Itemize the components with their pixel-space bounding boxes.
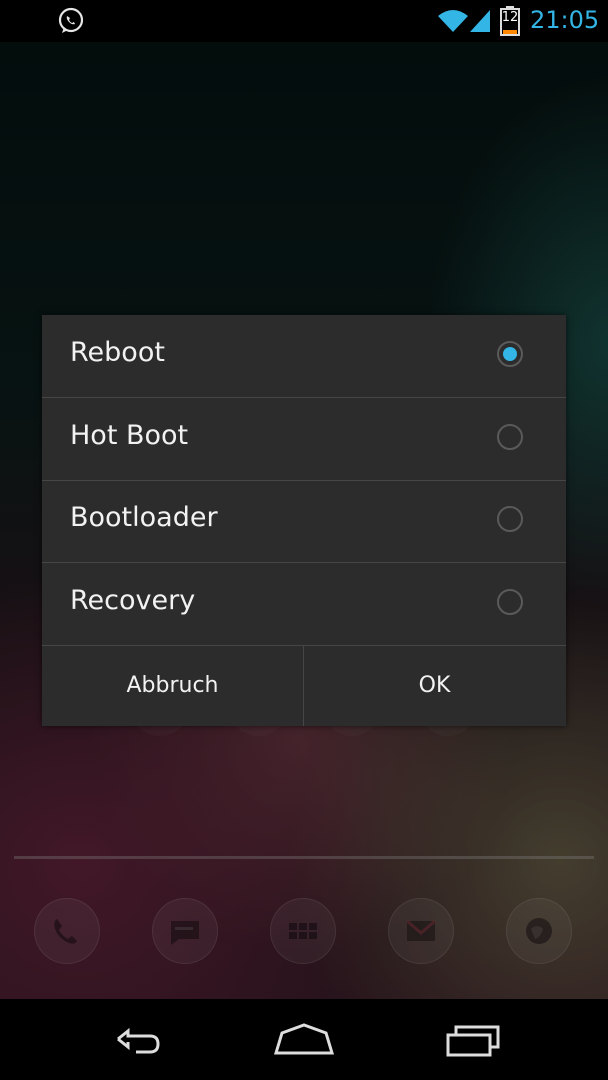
option-recovery[interactable]: Recovery — [42, 563, 566, 646]
radio-button[interactable] — [497, 589, 523, 615]
option-label: Bootloader — [70, 502, 218, 533]
option-bootloader[interactable]: Bootloader — [42, 480, 566, 563]
radio-dot — [503, 347, 517, 361]
whatsapp-icon — [58, 7, 84, 33]
battery-level-text: 12 — [501, 10, 519, 25]
option-label: Reboot — [70, 337, 165, 368]
radio-button[interactable] — [497, 506, 523, 532]
option-reboot[interactable]: Reboot — [42, 315, 566, 398]
navigation-bar — [0, 999, 608, 1080]
ok-button[interactable]: OK — [304, 645, 565, 726]
reboot-options-dialog: Reboot Hot Boot Bootloader Recovery Abbr… — [42, 315, 566, 726]
signal-icon — [470, 10, 490, 32]
dialog-button-bar: Abbruch OK — [42, 645, 566, 726]
recent-apps-icon[interactable] — [442, 1019, 506, 1059]
back-icon[interactable] — [104, 1019, 168, 1059]
radio-button-selected[interactable] — [497, 341, 523, 367]
status-bar: 12 21:05 — [0, 0, 608, 42]
option-label: Hot Boot — [70, 420, 189, 451]
wifi-icon — [438, 10, 468, 32]
home-icon[interactable] — [272, 1019, 336, 1059]
option-label: Recovery — [70, 585, 196, 616]
status-clock: 21:05 — [530, 6, 600, 34]
option-hot-boot[interactable]: Hot Boot — [42, 398, 566, 481]
cancel-button[interactable]: Abbruch — [42, 645, 303, 726]
radio-button[interactable] — [497, 424, 523, 450]
